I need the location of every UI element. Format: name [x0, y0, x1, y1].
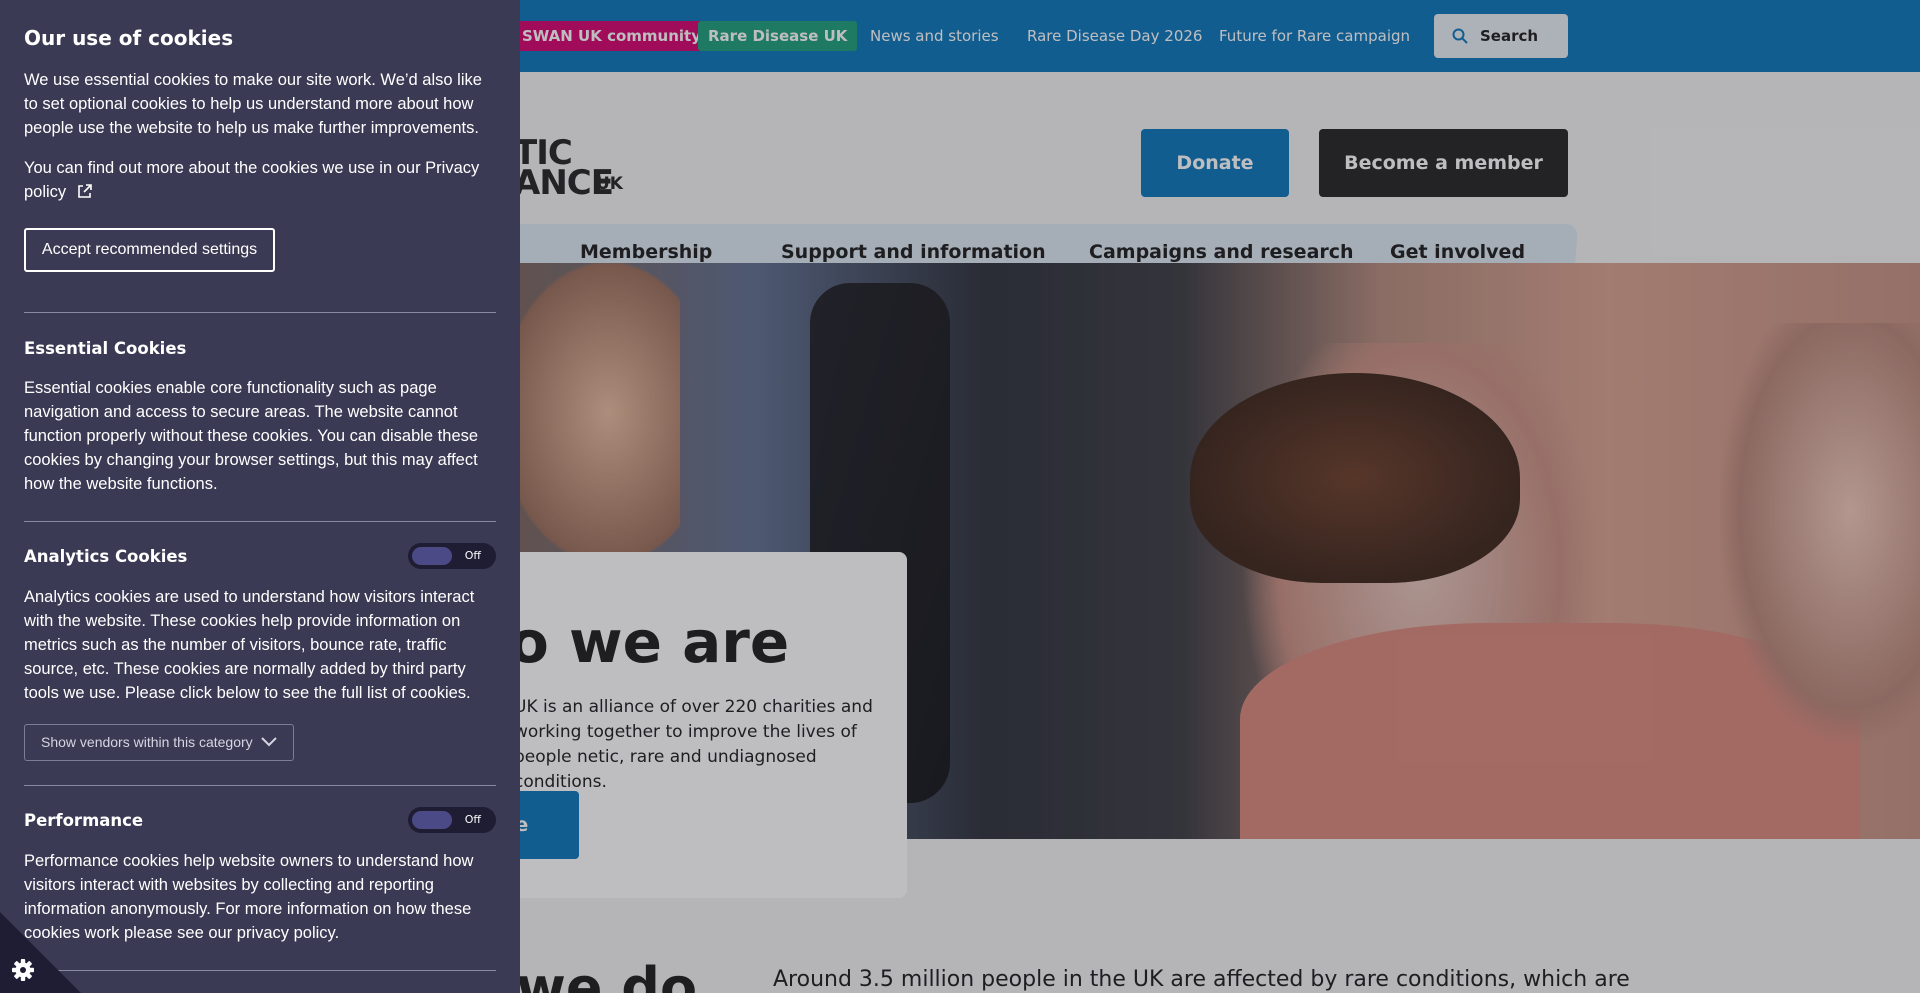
analytics-text: Analytics cookies are used to understand…: [24, 588, 475, 702]
divider: [24, 521, 496, 522]
divider: [24, 970, 496, 971]
performance-heading: Performance: [24, 811, 144, 830]
cookie-title: Our use of cookies: [24, 26, 234, 50]
toggle-state: Off: [464, 813, 481, 826]
toggle-knob: [412, 547, 452, 565]
accept-recommended-button[interactable]: Accept recommended settings: [24, 228, 275, 272]
essential-heading: Essential Cookies: [24, 339, 187, 358]
performance-text: Performance cookies help website owners …: [24, 852, 474, 942]
toggle-state: Off: [464, 549, 481, 562]
chevron-down-icon: [261, 737, 277, 747]
toggle-knob: [412, 811, 452, 829]
essential-text: Essential cookies enable core functional…: [24, 379, 479, 493]
performance-toggle[interactable]: Off: [408, 807, 496, 833]
privacy-policy-link[interactable]: You can find out more about the cookies …: [24, 156, 484, 204]
divider: [24, 312, 496, 313]
analytics-heading: Analytics Cookies: [24, 547, 188, 566]
divider: [24, 785, 496, 786]
analytics-toggle[interactable]: Off: [408, 543, 496, 569]
cookie-intro: We use essential cookies to make our sit…: [24, 71, 482, 137]
external-link-icon: [77, 184, 92, 198]
cookie-settings-icon[interactable]: [0, 912, 81, 993]
cookie-panel: Our use of cookies We use essential cook…: [0, 0, 520, 993]
show-vendors-button[interactable]: Show vendors within this category: [24, 724, 294, 761]
vendors-label: Show vendors within this category: [41, 734, 253, 750]
privacy-text: You can find out more about the cookies …: [24, 159, 480, 201]
